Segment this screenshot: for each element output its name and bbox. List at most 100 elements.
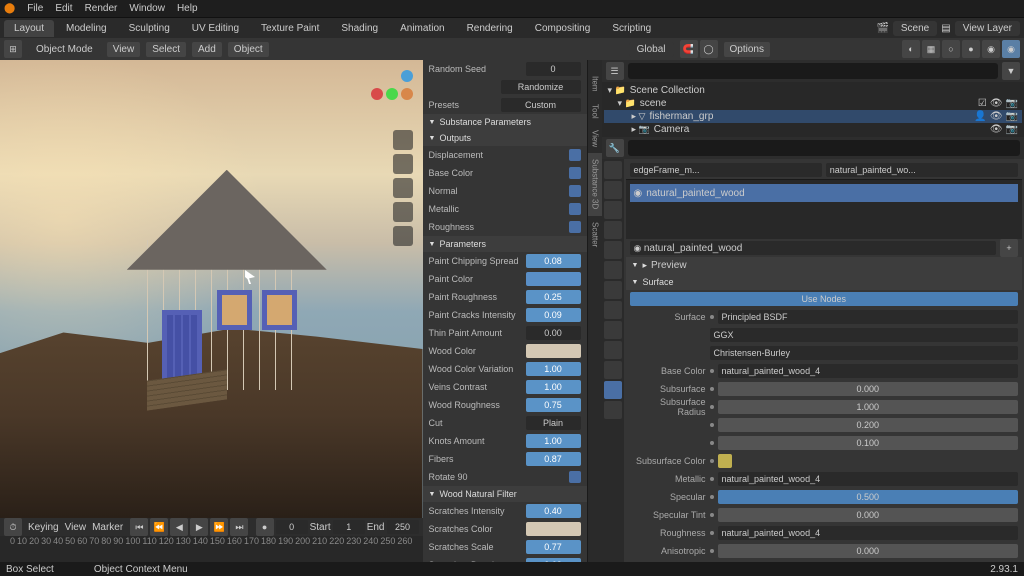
socket-dot[interactable]: [710, 405, 714, 409]
section-outputs[interactable]: Outputs: [423, 130, 587, 146]
mat-prop-value[interactable]: natural_painted_wood_4: [718, 364, 1019, 378]
mat-prop-value[interactable]: natural_painted_wood_4: [718, 472, 1019, 486]
outliner[interactable]: ▾ 📁 Scene Collection ▾ 📁 scene☑👁📷 ▸ ▽ fi…: [602, 82, 1024, 137]
socket-dot[interactable]: [710, 495, 714, 499]
tab-texture[interactable]: Texture Paint: [251, 20, 329, 37]
axis-x-icon[interactable]: [371, 88, 383, 100]
param-value[interactable]: 1.00: [526, 362, 581, 376]
socket-dot[interactable]: [710, 531, 714, 535]
param-value[interactable]: 0.87: [526, 452, 581, 466]
ptab-physics[interactable]: [604, 321, 622, 339]
tl-keying[interactable]: Keying: [28, 522, 59, 533]
param-value[interactable]: 0.25: [526, 290, 581, 304]
shading-solid-icon[interactable]: ●: [962, 40, 980, 58]
proportional-icon[interactable]: ◯: [700, 40, 718, 58]
tab-layout[interactable]: Layout: [4, 20, 54, 37]
outliner-camera[interactable]: ▸ 📷 Camera👁📷: [604, 123, 1023, 136]
use-nodes-button[interactable]: Use Nodes: [630, 292, 1019, 306]
mat-slot-0[interactable]: edgeFrame_m...: [630, 163, 822, 177]
ptab-material[interactable]: [604, 381, 622, 399]
menu-window[interactable]: Window: [129, 3, 165, 14]
ptab-constraint[interactable]: [604, 341, 622, 359]
mat-prop-value[interactable]: 1.000: [718, 400, 1019, 414]
mat-prop-value[interactable]: 0.500: [718, 490, 1019, 504]
socket-dot[interactable]: [710, 549, 714, 553]
section-surface[interactable]: Surface: [626, 274, 1023, 290]
sss-method-select[interactable]: Christensen-Burley: [710, 346, 1019, 360]
play-rev-icon[interactable]: ◀: [170, 518, 188, 536]
mat-name-field[interactable]: ◉ natural_painted_wood: [630, 241, 997, 255]
mat-node-name[interactable]: natural_painted_wood: [646, 188, 744, 199]
jump-end-icon[interactable]: ⏭: [230, 518, 248, 536]
param-value[interactable]: 0.75: [526, 398, 581, 412]
tab-scripting[interactable]: Scripting: [602, 20, 661, 37]
menu-edit[interactable]: Edit: [55, 3, 72, 14]
mat-prop-value[interactable]: 0.100: [718, 436, 1019, 450]
output-check[interactable]: [569, 149, 581, 161]
mat-prop-value[interactable]: natural_painted_wood_4: [718, 526, 1019, 540]
output-check[interactable]: [569, 185, 581, 197]
vp-view[interactable]: View: [107, 42, 141, 57]
tab-modeling[interactable]: Modeling: [56, 20, 117, 37]
orientation-select[interactable]: Global: [629, 42, 674, 57]
end-frame[interactable]: 250: [387, 520, 419, 534]
tab-animation[interactable]: Animation: [390, 20, 454, 37]
shading-wire-icon[interactable]: ○: [942, 40, 960, 58]
timeline-editor-icon[interactable]: ⏱: [4, 518, 22, 536]
mat-slot-1[interactable]: natural_painted_wo...: [826, 163, 1018, 177]
editor-type-icon[interactable]: ⊞: [4, 40, 22, 58]
mode-select[interactable]: Object Mode: [28, 42, 101, 57]
param-check[interactable]: [569, 471, 581, 483]
section-preview[interactable]: ▸ Preview: [626, 257, 1023, 274]
socket-dot[interactable]: [710, 369, 714, 373]
tl-marker[interactable]: Marker: [92, 522, 123, 533]
menu-help[interactable]: Help: [177, 3, 198, 14]
ptab-texture[interactable]: [604, 401, 622, 419]
viewlayer-field[interactable]: View Layer: [955, 21, 1020, 36]
socket-dot[interactable]: [710, 423, 714, 427]
properties-editor-icon[interactable]: 🔧: [606, 139, 624, 157]
random-seed-field[interactable]: 0: [526, 62, 581, 76]
grid-icon[interactable]: [393, 226, 413, 246]
socket-dot[interactable]: [710, 459, 714, 463]
socket-dot[interactable]: [710, 513, 714, 517]
section-parameters[interactable]: Parameters: [423, 236, 587, 252]
tab-uv[interactable]: UV Editing: [182, 20, 249, 37]
vtab-scatter[interactable]: Scatter: [588, 216, 602, 253]
play-icon[interactable]: ▶: [190, 518, 208, 536]
surface-shader[interactable]: Principled BSDF: [718, 310, 1019, 324]
ptab-data[interactable]: [604, 361, 622, 379]
autokey-icon[interactable]: ●: [256, 518, 274, 536]
param-value[interactable]: 0.40: [526, 504, 581, 518]
perspective-icon[interactable]: [393, 202, 413, 222]
camera-view-icon[interactable]: [393, 178, 413, 198]
tab-rendering[interactable]: Rendering: [457, 20, 523, 37]
param-value[interactable]: 0.08: [526, 254, 581, 268]
tl-view[interactable]: View: [65, 522, 87, 533]
vtab-substance[interactable]: Substance 3D: [588, 153, 602, 215]
ptab-object[interactable]: [604, 261, 622, 279]
randomize-button[interactable]: Randomize: [501, 80, 581, 94]
distribution-select[interactable]: GGX: [710, 328, 1019, 342]
zoom-icon[interactable]: [393, 130, 413, 150]
mat-prop-value[interactable]: 0.000: [718, 508, 1019, 522]
output-check[interactable]: [569, 167, 581, 179]
output-check[interactable]: [569, 221, 581, 233]
axis-neg-icon[interactable]: [401, 88, 413, 100]
start-frame[interactable]: 1: [333, 520, 365, 534]
next-key-icon[interactable]: ⏩: [210, 518, 228, 536]
output-check[interactable]: [569, 203, 581, 215]
outliner-search[interactable]: [628, 63, 999, 79]
socket-dot[interactable]: [710, 387, 714, 391]
vtab-view[interactable]: View: [588, 124, 602, 153]
mat-new-icon[interactable]: +: [1000, 239, 1018, 257]
param-value[interactable]: 1.00: [526, 380, 581, 394]
param-value[interactable]: [526, 272, 581, 286]
vp-add[interactable]: Add: [192, 42, 222, 57]
filter-icon[interactable]: ▼: [1002, 62, 1020, 80]
param-value[interactable]: 1.00: [526, 434, 581, 448]
shading-rendered-icon[interactable]: ◉: [1002, 40, 1020, 58]
vtab-item[interactable]: Item: [588, 70, 602, 98]
ptab-modifier[interactable]: [604, 281, 622, 299]
menu-file[interactable]: File: [27, 3, 43, 14]
